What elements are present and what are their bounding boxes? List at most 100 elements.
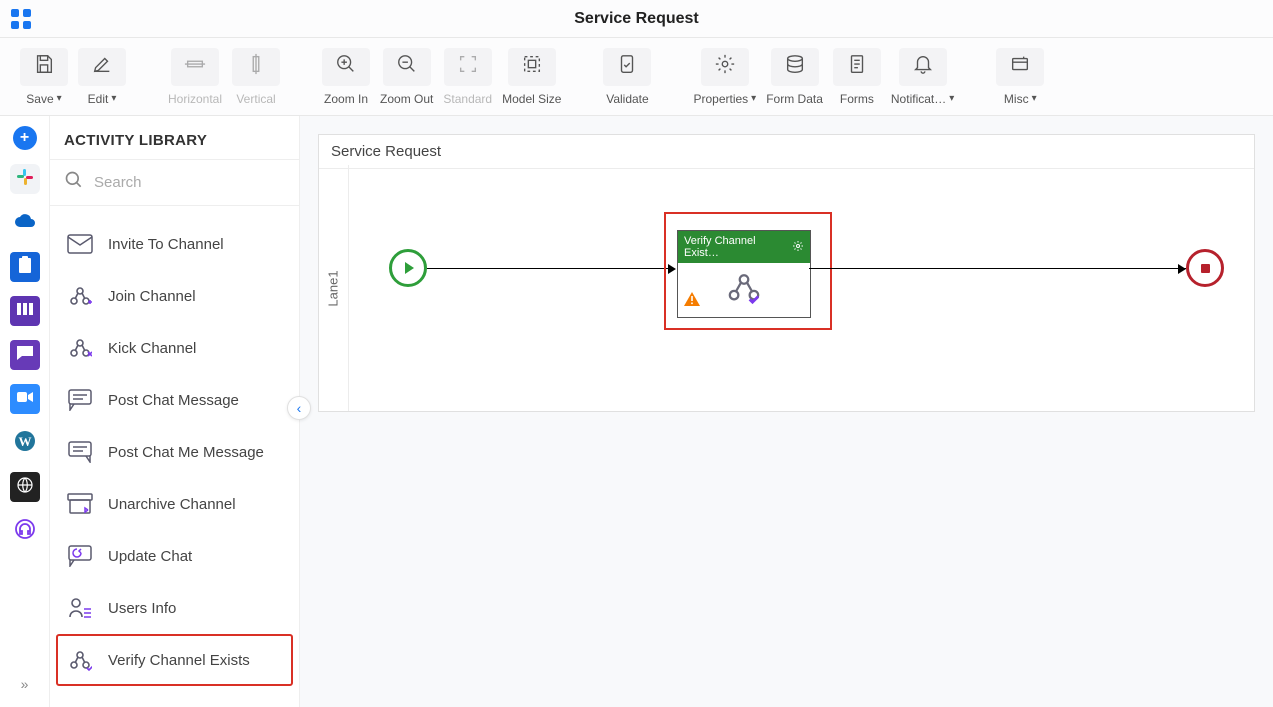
edit-button[interactable]: Edit▾ — [78, 48, 126, 106]
chat-update-icon — [66, 542, 94, 570]
form-icon — [846, 53, 868, 80]
sidebar: ACTIVITY LIBRARY Invite To Channel Join … — [50, 116, 300, 707]
activity-list: Invite To Channel Join Channel Kick Chan… — [50, 206, 299, 707]
activity-item-kick[interactable]: Kick Channel — [56, 322, 293, 374]
align-vertical-icon — [245, 53, 267, 80]
expand-rail-button[interactable]: » — [10, 669, 40, 699]
task-header: Verify Channel Exist… — [678, 231, 810, 263]
rail-item-clipboard[interactable] — [10, 252, 40, 282]
chevron-down-icon: ▾ — [57, 93, 62, 104]
sidebar-title: ACTIVITY LIBRARY — [50, 116, 299, 159]
misc-icon — [1009, 53, 1031, 80]
zoom-out-icon — [396, 53, 418, 80]
activity-item-label: Verify Channel Exists — [108, 652, 250, 669]
activity-item-unarchive[interactable]: Unarchive Channel — [56, 478, 293, 530]
fit-standard-icon — [457, 53, 479, 80]
activity-item-label: Post Chat Message — [108, 392, 239, 409]
connector — [809, 268, 1186, 269]
chevron-double-right-icon: » — [21, 676, 29, 692]
activity-item-invite[interactable]: Invite To Channel — [56, 218, 293, 270]
end-node[interactable] — [1186, 249, 1224, 287]
flow-area: Verify Channel Exist… — [349, 165, 1254, 411]
save-button[interactable]: Save▾ — [20, 48, 68, 106]
columns-icon — [16, 302, 34, 321]
activity-item-postchatme[interactable]: Post Chat Me Message — [56, 426, 293, 478]
mail-icon — [66, 230, 94, 258]
properties-button[interactable]: Properties▾ — [693, 48, 756, 106]
arrow-icon — [1178, 264, 1186, 274]
unarchive-icon — [66, 490, 94, 518]
activity-item-join[interactable]: Join Channel — [56, 270, 293, 322]
page-title: Service Request — [574, 10, 699, 28]
activity-item-label: Kick Channel — [108, 340, 196, 357]
validate-button[interactable]: Validate — [603, 48, 651, 106]
warning-icon — [684, 292, 700, 311]
rail-item-support[interactable] — [10, 516, 40, 546]
wordpress-icon: W — [14, 430, 36, 457]
zoom-standard-button: Standard — [443, 48, 492, 106]
lane-label: Lane1 — [326, 270, 341, 306]
activity-item-usersinfo[interactable]: Users Info — [56, 582, 293, 634]
stop-icon — [1201, 264, 1210, 273]
lane-label-column: Lane1 — [319, 165, 349, 411]
cloud-icon — [14, 214, 36, 233]
plus-icon: + — [20, 129, 29, 147]
zoom-in-button[interactable]: Zoom In — [322, 48, 370, 106]
user-list-icon — [66, 594, 94, 622]
task-node-verify[interactable]: Verify Channel Exist… — [677, 230, 811, 318]
align-vertical-button: Vertical — [232, 48, 280, 106]
chevron-down-icon: ▾ — [949, 93, 954, 104]
chat-me-icon — [66, 438, 94, 466]
save-icon — [33, 53, 55, 80]
zoom-modelsize-button[interactable]: Model Size — [502, 48, 561, 106]
app-grid-icon[interactable] — [6, 4, 36, 34]
rail-item-wordpress[interactable]: W — [10, 428, 40, 458]
rail-item-slack[interactable] — [10, 164, 40, 194]
database-icon — [784, 53, 806, 80]
start-node[interactable] — [389, 249, 427, 287]
share-x-icon — [66, 334, 94, 362]
activity-item-updatechat[interactable]: Update Chat — [56, 530, 293, 582]
forms-button[interactable]: Forms — [833, 48, 881, 106]
validate-icon — [616, 53, 638, 80]
notifications-button[interactable]: Notificat…▾ — [891, 48, 954, 106]
share-check-icon — [66, 646, 94, 674]
main: + W » ACTIVIT — [0, 116, 1273, 707]
search-input[interactable] — [94, 174, 293, 191]
process-title: Service Request — [319, 135, 1254, 169]
gear-icon — [714, 53, 736, 80]
task-title: Verify Channel Exist… — [684, 235, 792, 259]
add-button[interactable]: + — [13, 126, 37, 150]
rail-item-chat[interactable] — [10, 340, 40, 370]
chat-icon — [16, 345, 34, 366]
play-icon — [403, 262, 414, 274]
activity-item-label: Update Chat — [108, 548, 192, 565]
collapse-sidebar-button[interactable]: ‹ — [287, 396, 311, 420]
activity-item-label: Post Chat Me Message — [108, 444, 264, 461]
process-canvas[interactable]: Service Request Lane1 Verify Channel Exi… — [318, 134, 1255, 412]
canvas-wrap: Service Request Lane1 Verify Channel Exi… — [300, 116, 1273, 707]
formdata-button[interactable]: Form Data — [766, 48, 823, 106]
activity-item-label: Unarchive Channel — [108, 496, 236, 513]
search-icon — [64, 170, 84, 195]
zoom-out-button[interactable]: Zoom Out — [380, 48, 433, 106]
rail-item-globe[interactable] — [10, 472, 40, 502]
activity-item-verify[interactable]: Verify Channel Exists — [56, 634, 293, 686]
rail-item-zoom[interactable] — [10, 384, 40, 414]
chat-icon — [66, 386, 94, 414]
misc-button[interactable]: Misc▾ — [996, 48, 1044, 106]
rail-item-columns[interactable] — [10, 296, 40, 326]
activity-item-label: Invite To Channel — [108, 236, 224, 253]
activity-item-postchat[interactable]: Post Chat Message — [56, 374, 293, 426]
activity-item-label: Users Info — [108, 600, 176, 617]
gear-icon[interactable] — [792, 240, 804, 255]
chevron-down-icon: ▾ — [751, 93, 756, 104]
connector — [427, 268, 671, 269]
left-rail: + W » — [0, 116, 50, 707]
clipboard-icon — [17, 256, 33, 279]
rail-item-onedrive[interactable] — [10, 208, 40, 238]
toolbar: Save▾ Edit▾ Horizontal Vertical Zoom In … — [0, 38, 1273, 116]
align-horizontal-icon — [184, 53, 206, 80]
share-check-icon — [727, 271, 761, 310]
search-row — [50, 160, 299, 206]
